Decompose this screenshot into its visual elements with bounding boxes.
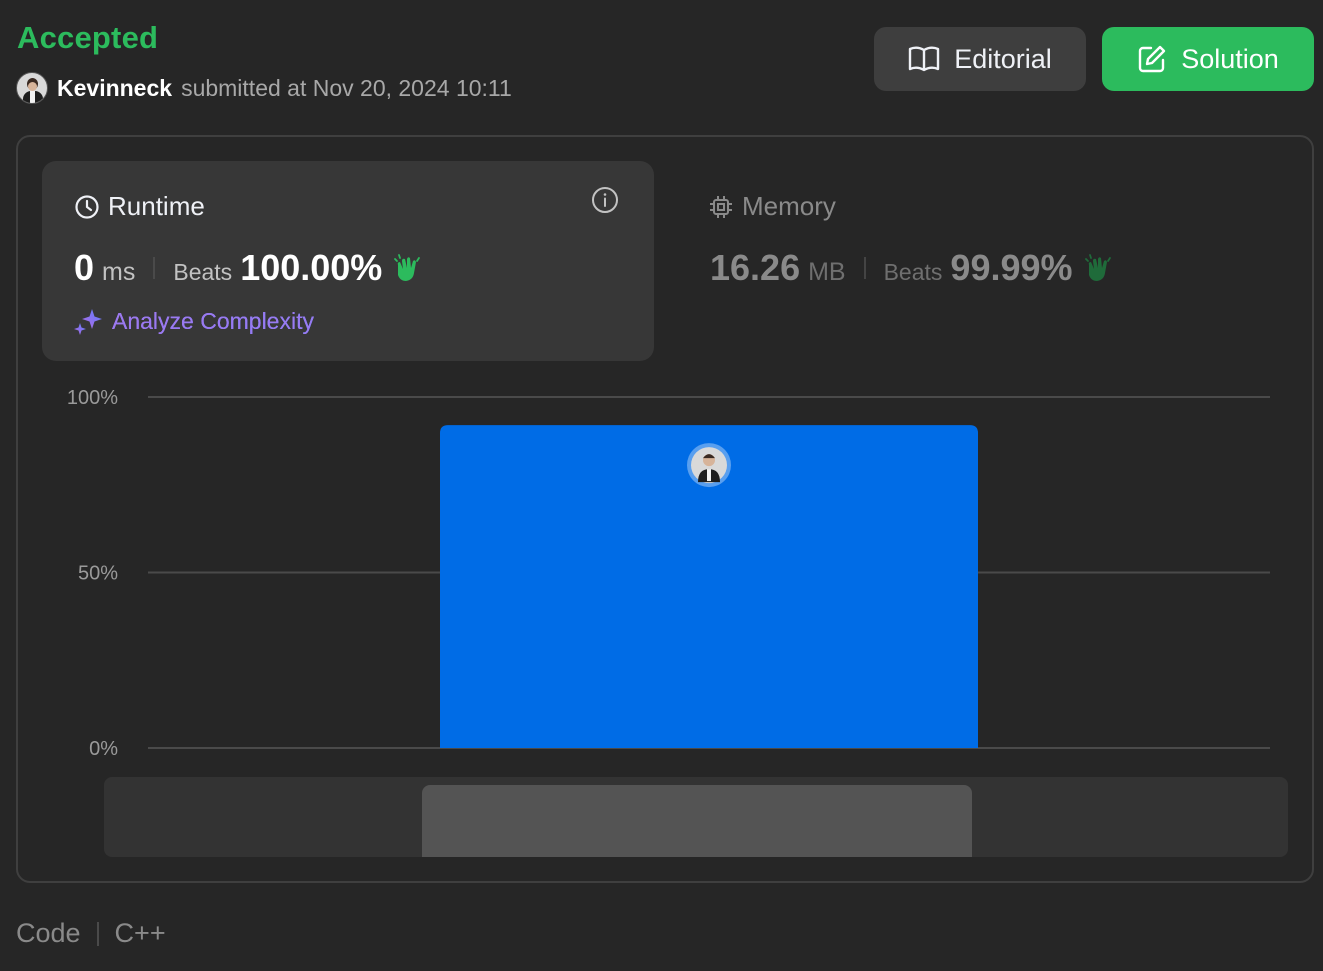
runtime-distribution-chart: 100% 50% 0% bbox=[67, 387, 1270, 760]
submission-status: Accepted bbox=[17, 20, 159, 55]
editorial-button[interactable]: Editorial bbox=[874, 27, 1086, 91]
y-tick-label: 50% bbox=[78, 563, 118, 585]
submission-header: Accepted Kevinneck submitted at Nov 20, … bbox=[0, 0, 1323, 120]
y-tick-label: 0% bbox=[89, 738, 118, 760]
avatar[interactable] bbox=[16, 72, 48, 104]
book-icon bbox=[909, 46, 940, 72]
range-slider-window[interactable] bbox=[422, 785, 972, 857]
language-label: C++ bbox=[114, 918, 166, 948]
solution-label: Solution bbox=[1181, 43, 1279, 74]
divider bbox=[96, 921, 99, 946]
submitted-timestamp: submitted at Nov 20, 2024 10:11 bbox=[181, 74, 512, 101]
user-avatar-marker bbox=[687, 443, 731, 488]
code-section-header: Code C++ bbox=[16, 918, 166, 949]
edit-icon bbox=[1139, 45, 1166, 73]
chart-range-slider[interactable] bbox=[104, 777, 1288, 857]
code-label: Code bbox=[16, 918, 81, 948]
editorial-label: Editorial bbox=[954, 43, 1052, 74]
submitter-line: Kevinneck submitted at Nov 20, 2024 10:1… bbox=[16, 72, 512, 104]
solution-button[interactable]: Solution bbox=[1102, 27, 1314, 91]
performance-panel: Runtime 0 ms Beats 100.00% Analyze Compl… bbox=[16, 135, 1314, 883]
username-link[interactable]: Kevinneck bbox=[57, 75, 172, 102]
y-tick-label: 100% bbox=[67, 387, 118, 409]
